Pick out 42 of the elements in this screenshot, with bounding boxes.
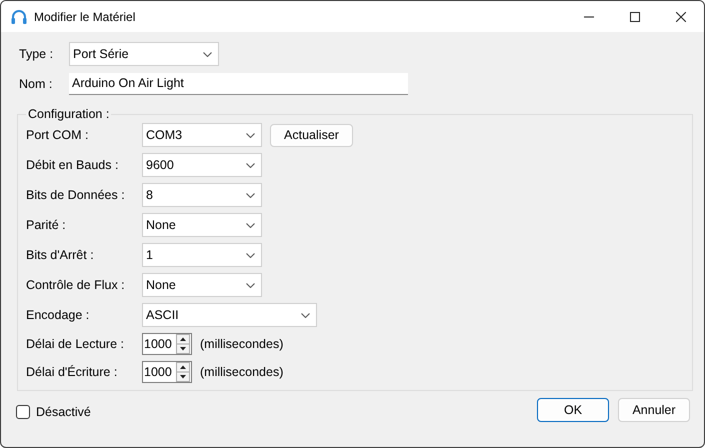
- dialog-button[interactable]: OK: [537, 398, 609, 422]
- unit-label: (millisecondes): [200, 337, 284, 351]
- chevron-down-icon: [246, 222, 255, 228]
- maximize-icon: [630, 12, 640, 22]
- refresh-button[interactable]: Actualiser: [270, 124, 353, 146]
- chevron-down-icon: [203, 52, 212, 56]
- field-label: Port COM :: [26, 128, 90, 142]
- group-title: Configuration :: [27, 107, 110, 121]
- chevron-down-icon: [301, 312, 310, 318]
- dropdown[interactable]: ASCII: [142, 303, 317, 327]
- field-label: Bits de Données :: [26, 188, 126, 202]
- checkbox-label: Désactivé: [36, 405, 91, 419]
- dropdown[interactable]: None: [142, 213, 262, 237]
- field-label: Contrôle de Flux :: [26, 278, 126, 292]
- field-label: Nom :: [19, 77, 54, 91]
- field-label: Délai de Lecture :: [26, 337, 125, 351]
- field-label: Encodage :: [26, 308, 90, 322]
- close-icon: [676, 12, 686, 22]
- field-label: Type :: [19, 47, 54, 61]
- field-label: Débit en Bauds :: [26, 158, 120, 172]
- headphones-icon: [10, 8, 28, 26]
- unit-label: (millisecondes): [200, 365, 284, 379]
- field-label: Bits d'Arrêt :: [26, 248, 95, 262]
- dropdown[interactable]: 8: [142, 183, 262, 207]
- spin-buttons[interactable]: [176, 362, 190, 382]
- spin-buttons[interactable]: [176, 334, 190, 354]
- dropdown[interactable]: COM3: [142, 123, 262, 147]
- dropdown[interactable]: Port Série: [69, 42, 219, 66]
- chevron-down-icon: [246, 162, 255, 168]
- field-label: Délai d'Écriture :: [26, 365, 118, 379]
- chevron-down-icon: [246, 252, 255, 258]
- chevron-down-icon: [246, 282, 255, 288]
- dropdown[interactable]: None: [142, 273, 262, 297]
- dialog-button[interactable]: Annuler: [618, 398, 690, 422]
- window-title: Modifier le Matériel: [34, 10, 136, 24]
- field-label: Parité :: [26, 218, 67, 232]
- checkbox[interactable]: [16, 405, 30, 419]
- dropdown[interactable]: 1: [142, 243, 262, 267]
- text-field[interactable]: Arduino On Air Light: [69, 73, 408, 95]
- dropdown[interactable]: 9600: [142, 153, 262, 177]
- chevron-down-icon: [246, 192, 255, 198]
- chevron-down-icon: [246, 132, 255, 138]
